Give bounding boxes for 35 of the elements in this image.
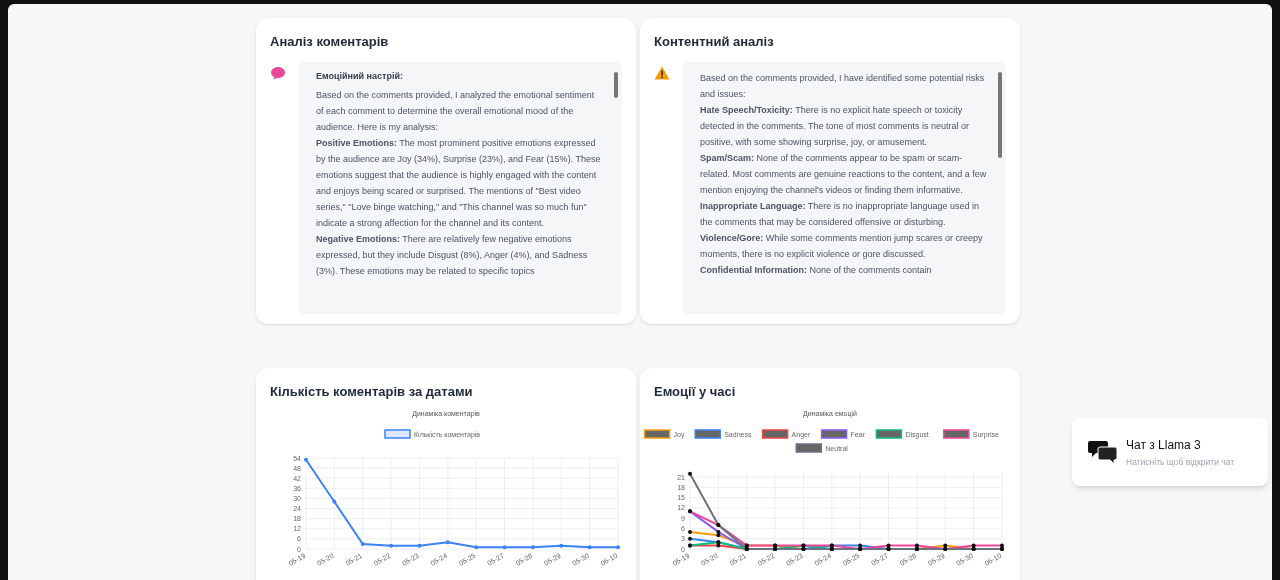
data-point xyxy=(688,536,692,541)
paragraph: Inappropriate Language: There is no inappropriate language used in the comments that may be considered offensive or disturbing. xyxy=(700,199,980,229)
data-point xyxy=(688,529,692,534)
card-title: Кількість коментарів за датами xyxy=(269,382,474,401)
card-title: Контентний аналіз xyxy=(654,33,775,51)
paragraph: Spam/Scam: None of the comments appear to be spam or scam-related. Most comments are genuine reactions to the content, and a few mention enjoying the channel's videos or finding them informative. xyxy=(700,151,988,197)
paragraph: Confidential Information: None of the comments contain xyxy=(700,263,933,277)
card-title: Аналіз коментарів xyxy=(270,33,390,51)
chat-icon xyxy=(1088,439,1118,465)
paragraph: Positive Emotions: The most prominent positive emotions expressed by the audience are Joy (34%), Surprise (23%), and Fear (15%). These emotions suggest that the audience is highly engaged with the content and enjoys being scared or surprised. The mentions of "Best video series," "Love binge watching," and "This channel was so much fun" indicate a strong affection for the channel and its content. xyxy=(316,137,602,230)
data-point xyxy=(417,543,422,548)
data-point xyxy=(688,471,692,476)
warning-icon xyxy=(654,65,670,80)
data-point xyxy=(587,545,592,550)
data-point xyxy=(389,543,394,548)
data-point xyxy=(474,545,479,550)
section-heading: Емоційний настрій: xyxy=(316,69,404,83)
data-point xyxy=(304,457,308,462)
data-point xyxy=(360,541,365,546)
paragraph: Negative Emotions: There are relatively few negative emotions expressed, but they include Disgust (8%), Anger (4%), and Sadness (3%). These emotions may be related to specific topics xyxy=(316,233,589,278)
paragraph: Violence/Gore: While some comments mention jump scares or creepy moments, there is no explicit violence or gore discussed. xyxy=(700,231,984,261)
paragraph: Based on the comments provided, I analyzed the emotional sentiment of each comment to determine the overall emotional mood of the audience. Here is my analysis: xyxy=(316,89,596,134)
paragraph: Based on the comments provided, I have identified some potential risks and issues: xyxy=(700,71,986,101)
paragraph: Hate Speech/Toxicity: There is no explicit hate speech or toxicity detected in the comments. The tone of most comments is neutral or positive, with some showing surprise, joy, or amusement. xyxy=(700,103,970,149)
data-point xyxy=(502,545,507,550)
chat-subtitle: Натисніть щоб відкрити чат xyxy=(1126,455,1235,469)
data-point xyxy=(616,545,620,550)
card-title: Емоції у часі xyxy=(653,382,737,401)
chat-title: Чат з Llama 3 xyxy=(1126,436,1202,454)
chat-widget[interactable]: Чат з Llama 3 Натисніть щоб відкрити чат xyxy=(1072,418,1268,486)
data-point xyxy=(530,545,535,550)
data-point xyxy=(559,543,564,548)
data-point xyxy=(445,540,450,545)
data-point xyxy=(332,499,337,504)
bubble-icon xyxy=(270,65,286,80)
